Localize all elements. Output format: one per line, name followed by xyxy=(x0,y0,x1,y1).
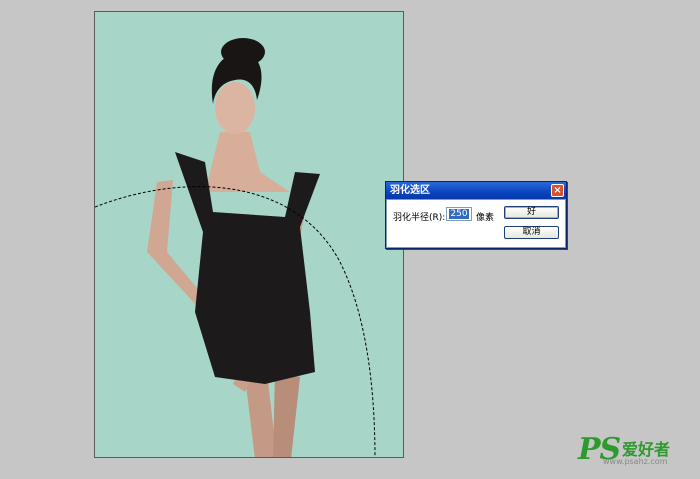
figure-face xyxy=(215,82,255,134)
figure-leg xyxy=(273,372,300,457)
dialog-body: 羽化半径(R): 250 像素 好 取消 xyxy=(386,199,566,248)
cancel-button[interactable]: 取消 xyxy=(504,226,559,239)
dialog-titlebar[interactable]: 羽化选区 × xyxy=(386,182,566,199)
brand-url: www.psahz.com xyxy=(603,457,668,466)
radius-input[interactable]: 250 xyxy=(446,207,472,221)
radius-value: 250 xyxy=(449,209,469,219)
unit-label: 像素 xyxy=(476,213,495,223)
figure-hair-bun xyxy=(221,38,265,66)
ok-button[interactable]: 好 xyxy=(504,206,559,219)
photo-figure xyxy=(95,38,376,457)
dialog-title: 羽化选区 xyxy=(390,185,430,196)
watermark-logo: PS 爱好者 www.psahz.com xyxy=(578,432,670,467)
figure-leg xyxy=(245,372,277,457)
document-canvas[interactable] xyxy=(94,11,404,458)
figure-chest xyxy=(205,132,290,192)
feather-selection-dialog: 羽化选区 × 羽化半径(R): 250 像素 好 取消 xyxy=(385,181,567,249)
radius-label: 羽化半径(R): xyxy=(393,213,446,223)
close-icon[interactable]: × xyxy=(551,184,564,197)
